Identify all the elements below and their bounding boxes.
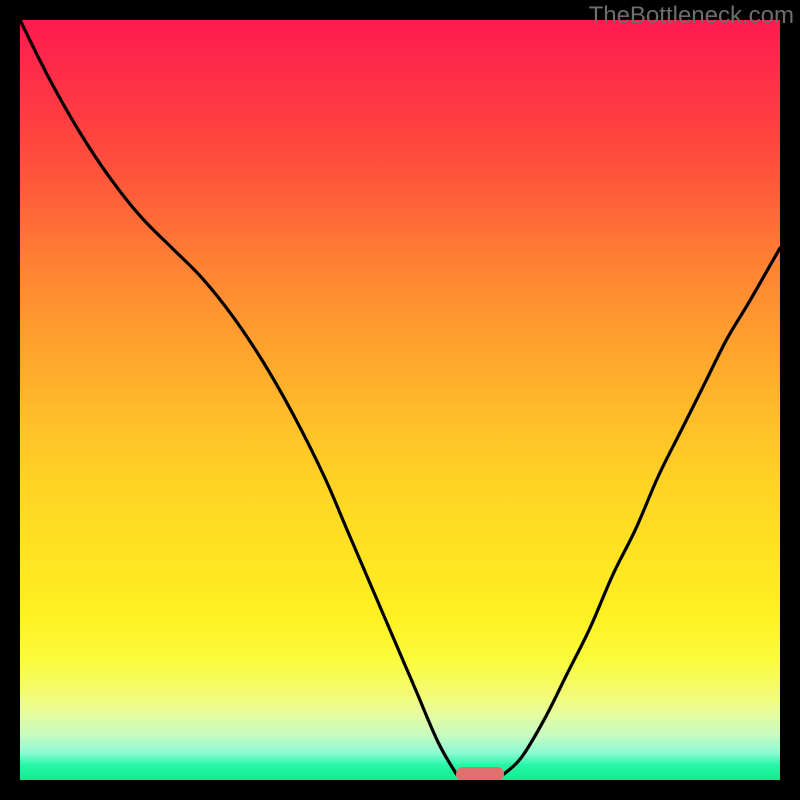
optimal-marker xyxy=(456,767,504,780)
bottleneck-curve xyxy=(20,20,780,780)
watermark-text: TheBottleneck.com xyxy=(589,2,794,30)
curve-left-branch xyxy=(20,20,456,774)
curve-right-branch xyxy=(504,248,780,774)
chart-frame xyxy=(20,20,780,780)
